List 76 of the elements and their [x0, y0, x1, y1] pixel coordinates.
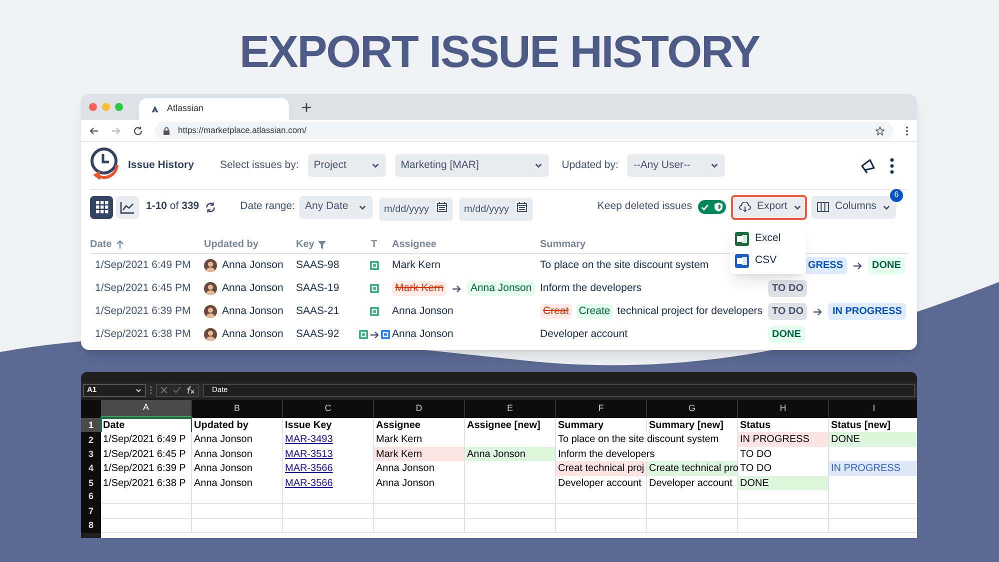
user-name: Anna Jonson	[222, 304, 284, 319]
menu-item[interactable]: CSV	[730, 250, 806, 272]
summary-change: Create	[576, 304, 614, 320]
column-header[interactable]: Key	[296, 237, 314, 252]
column-header[interactable]: A	[101, 400, 192, 418]
column-header[interactable]: Date	[90, 237, 112, 252]
export-button[interactable]: Export	[731, 194, 807, 220]
updated-by-label: Updated by:	[562, 158, 618, 173]
assignee-name: Anna Jonson	[392, 304, 454, 319]
table-cell: 1/Sep/2021 6:39 P	[101, 461, 192, 478]
row-header[interactable]: 8	[81, 518, 101, 534]
columns-button[interactable]: Columns	[811, 196, 896, 218]
headline: EXPORT ISSUE HISTORY	[238, 25, 761, 79]
column-header[interactable]: Updated by	[204, 237, 258, 252]
user-name: Anna Jonson	[222, 280, 284, 296]
select-dropdown[interactable]: Project	[308, 154, 386, 177]
column-header[interactable]: Assignee	[392, 237, 436, 252]
status-lozenge: DONE	[768, 326, 805, 343]
table-cell: Anna Jonson	[192, 461, 283, 478]
result-count: 1-10 of 339	[146, 199, 200, 214]
select-dropdown[interactable]: --Any User--	[627, 154, 726, 177]
table-cell: Anna Jonson	[374, 461, 465, 478]
status-lozenge: TO DO	[768, 303, 808, 320]
column-header[interactable]: T	[370, 237, 378, 252]
date-cell-text: 1/Sep/2021 6:38 PM	[94, 326, 192, 342]
table-cell: To place on the site discount system	[556, 432, 738, 448]
status-lozenge: GRESS	[804, 257, 848, 274]
status-lozenge: DONE	[868, 257, 905, 274]
issue-key[interactable]: SAAS-21	[296, 304, 356, 320]
mm-dd-yyyy-input[interactable]: m/dd/yyyy	[459, 198, 534, 220]
select-label: Select issues by:	[220, 158, 299, 173]
count-badge: 6	[890, 188, 903, 202]
date-cell-text: 1/Sep/2021 6:49 PM	[94, 258, 192, 273]
table-cell: TO DO	[738, 461, 829, 478]
table-cell: Create technical pro	[647, 461, 738, 478]
row-header[interactable]: 6	[81, 490, 101, 504]
user-name: Anna Jonson	[222, 258, 284, 273]
link-cell[interactable]: MAR-3493	[283, 432, 374, 448]
date-cell-text: 1/Sep/2021 6:39 PM	[94, 304, 192, 319]
table-cell: IN PROGRESS	[738, 432, 829, 448]
issue-key[interactable]: SAAS-98	[296, 258, 356, 274]
keep-deleted-label: Keep deleted issues	[597, 199, 692, 214]
select-dropdown[interactable]: Any Date	[299, 196, 374, 218]
browser-tab[interactable]: Atlassian	[139, 98, 289, 120]
summary-text: Developer account	[540, 326, 628, 342]
table-cell: Creat technical proj	[556, 461, 647, 478]
row-header[interactable]: 7	[81, 504, 101, 519]
row-header[interactable]: 2	[81, 432, 101, 448]
table-cell: Anna Jonson	[192, 432, 283, 448]
status-lozenge: IN PROGRESS	[828, 303, 906, 320]
assignee-name: Mark Kern	[392, 258, 440, 273]
assignee-name: Anna Jonson	[467, 280, 535, 296]
assignee-name: Anna Jonson	[392, 326, 454, 342]
select-dropdown[interactable]: Marketing [MAR]	[394, 154, 549, 177]
date-range-label: Date range:	[240, 199, 296, 214]
menu-item[interactable]: Excel	[730, 228, 806, 250]
row-header[interactable]: 4	[81, 461, 101, 478]
issue-key[interactable]: SAAS-19	[296, 280, 356, 296]
summary-text: Inform the developers	[540, 280, 642, 296]
summary-text: To place on the site discount system	[540, 258, 709, 273]
assignee-name: Mark Kern	[392, 280, 446, 296]
table-cell: 1/Sep/2021 6:49 P	[101, 432, 192, 448]
table-cell: IN PROGRESS	[829, 461, 917, 478]
app-title: Issue History	[128, 158, 194, 173]
table-cell: DONE	[829, 432, 917, 448]
mm-dd-yyyy-input[interactable]: m/dd/yyyy	[379, 198, 454, 220]
address-bar[interactable]: https://marketplace.atlassian.com/	[155, 122, 893, 139]
column-header[interactable]: Summary	[540, 237, 586, 252]
date-cell-text: 1/Sep/2021 6:45 PM	[94, 280, 192, 296]
user-name: Anna Jonson	[222, 326, 284, 342]
issue-key[interactable]: SAAS-92	[296, 326, 356, 342]
summary-text: technical project for developers	[617, 304, 763, 319]
link-cell[interactable]: MAR-3566	[283, 461, 374, 478]
summary-change: Creat	[540, 304, 572, 320]
status-lozenge: TO DO	[768, 280, 808, 297]
table-cell: Mark Kern	[374, 432, 465, 448]
